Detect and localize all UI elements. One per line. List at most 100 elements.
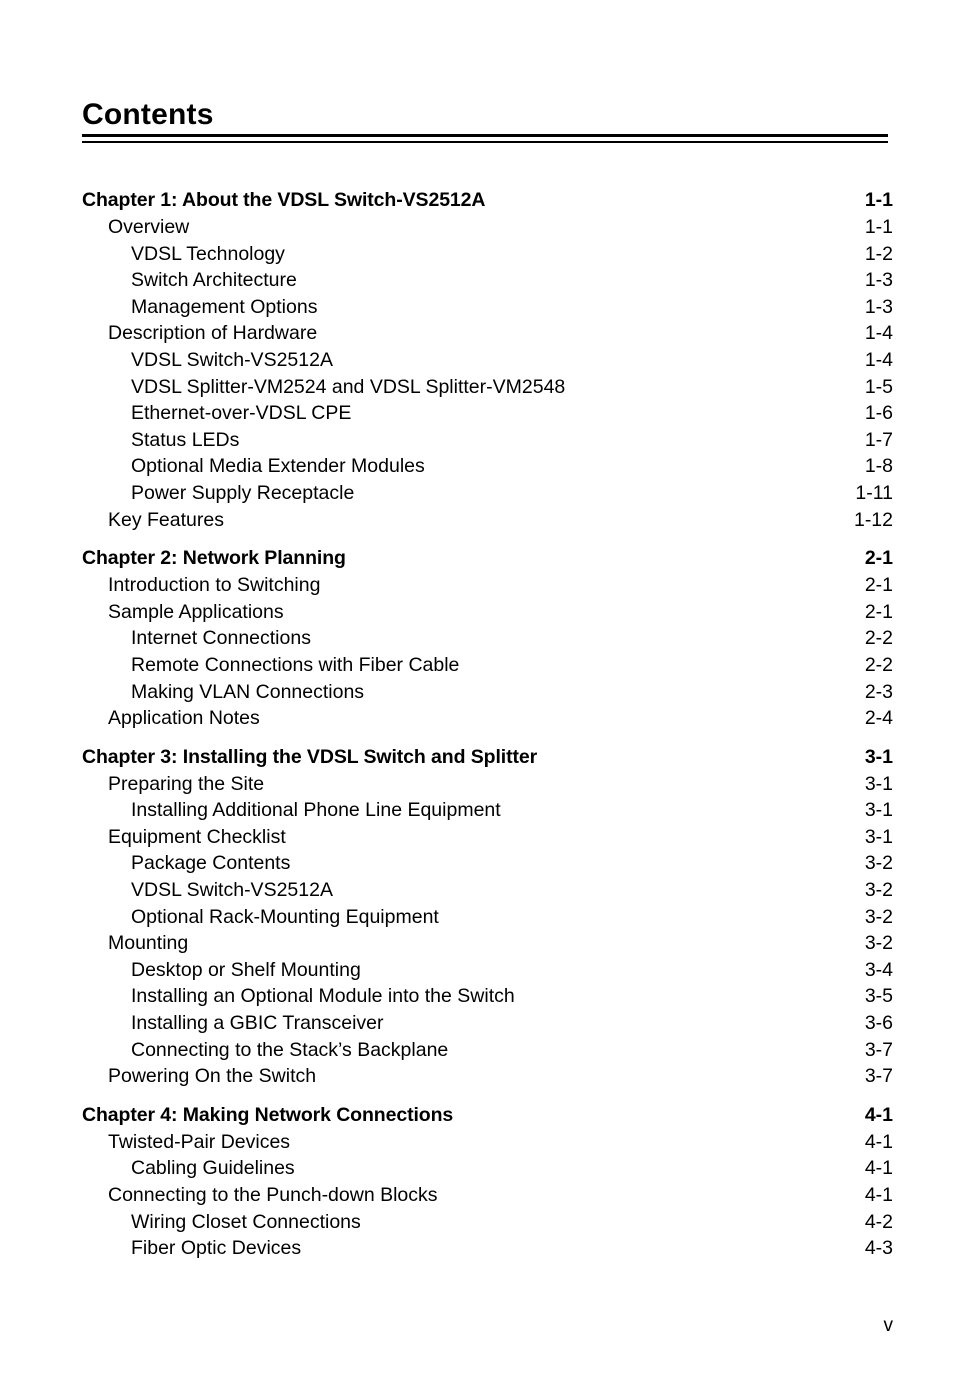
toc-entry-page-number: 3-2 xyxy=(864,932,893,955)
toc-entry-page-number: 1-5 xyxy=(864,375,893,398)
toc-entry-label: Installing a GBIC Transceiver xyxy=(131,1012,384,1035)
toc-entry-label: Chapter 3: Installing the VDSL Switch an… xyxy=(82,745,538,768)
toc-entry-page-number: 3-4 xyxy=(864,958,893,981)
toc-entry-label: Key Features xyxy=(108,508,224,531)
toc-entry[interactable]: Status LEDs 1-7 xyxy=(82,427,893,454)
toc-entry-label: VDSL Switch-VS2512A xyxy=(131,879,333,902)
toc-entry-page-number: 1-7 xyxy=(864,428,893,451)
toc-entry-page-number: 1-1 xyxy=(864,216,893,238)
toc-entry[interactable]: Installing Additional Phone Line Equipme… xyxy=(82,797,893,824)
toc-entry[interactable]: Sample Applications 2-1 xyxy=(82,599,893,626)
toc-entry-label: Ethernet-over-VDSL CPE xyxy=(131,402,352,425)
toc-entry-label: Description of Hardware xyxy=(108,322,318,345)
toc-entry-page-number: 3-2 xyxy=(864,879,893,902)
toc-entry[interactable]: VDSL Switch-VS2512A 3-2 xyxy=(82,877,893,904)
toc-entry-label: VDSL Technology xyxy=(131,242,285,265)
toc-entry-page-number: 2-2 xyxy=(864,653,893,676)
toc-entry[interactable]: VDSL Technology 1-2 xyxy=(82,241,893,268)
toc-entry-page-number: 1-12 xyxy=(853,508,893,531)
toc-entry[interactable]: Wiring Closet Connections 4-2 xyxy=(82,1209,893,1236)
toc-entry[interactable]: Management Options 1-3 xyxy=(82,294,893,321)
toc-entry[interactable]: Overview 1-1 xyxy=(82,214,893,241)
toc-entry-page-number: 4-1 xyxy=(864,1130,893,1153)
toc-entry-label: Remote Connections with Fiber Cable xyxy=(131,653,460,676)
toc-entry[interactable]: Cabling Guidelines 4-1 xyxy=(82,1155,893,1182)
toc-entry[interactable]: Connecting to the Punch-down Blocks 4-1 xyxy=(82,1182,893,1209)
toc-entry-label: VDSL Switch-VS2512A xyxy=(131,348,333,371)
toc-entry[interactable]: Application Notes 2-4 xyxy=(82,705,893,732)
toc-entry-page-number: 3-2 xyxy=(864,905,893,928)
toc-entry-label: Optional Media Extender Modules xyxy=(131,455,425,478)
toc-entry-page-number: 1-1 xyxy=(864,189,893,211)
toc-entry-label: Chapter 4: Making Network Connections xyxy=(82,1103,454,1126)
toc-entry[interactable]: VDSL Switch-VS2512A 1-4 xyxy=(82,347,893,374)
toc-entry-page-number: 3-1 xyxy=(864,745,893,768)
toc-entry-page-number: 4-1 xyxy=(864,1103,893,1126)
toc-entry-label: Equipment Checklist xyxy=(108,825,286,848)
toc-entry-label: Status LEDs xyxy=(131,428,240,451)
toc-entry-page-number: 3-7 xyxy=(864,1065,893,1088)
toc-entry-label: Cabling Guidelines xyxy=(131,1157,295,1180)
toc-entry[interactable]: Remote Connections with Fiber Cable 2-2 xyxy=(82,652,893,679)
toc-entry-page-number: 2-1 xyxy=(864,600,893,623)
toc-entry[interactable]: Twisted-Pair Devices 4-1 xyxy=(82,1129,893,1156)
toc-entry[interactable]: Description of Hardware 1-4 xyxy=(82,320,893,347)
toc-entry-label: Sample Applications xyxy=(108,600,284,623)
toc-entry-page-number: 3-1 xyxy=(864,772,893,795)
toc-entry-page-number: 2-2 xyxy=(864,627,893,650)
toc-entry-page-number: 4-1 xyxy=(864,1157,893,1180)
toc-entry-label: VDSL Splitter-VM2524 and VDSL Splitter-V… xyxy=(131,375,566,398)
toc-entry[interactable]: Power Supply Receptacle 1-11 xyxy=(82,480,893,507)
toc-chapter-entry[interactable]: Chapter 1: About the VDSL Switch-VS2512A… xyxy=(82,187,893,214)
toc-entry[interactable]: Installing an Optional Module into the S… xyxy=(82,983,893,1010)
toc-entry[interactable]: Mounting 3-2 xyxy=(82,930,893,957)
toc-entry[interactable]: Switch Architecture 1-3 xyxy=(82,267,893,294)
toc-entry[interactable]: Installing a GBIC Transceiver 3-6 xyxy=(82,1010,893,1037)
toc-entry[interactable]: Connecting to the Stack’s Backplane 3-7 xyxy=(82,1037,893,1064)
toc-entry-label: Internet Connections xyxy=(131,627,311,650)
toc-entry-page-number: 1-6 xyxy=(864,402,893,425)
toc-entry-page-number: 1-4 xyxy=(864,348,893,371)
toc-entry-page-number: 3-6 xyxy=(864,1012,893,1035)
toc-entry[interactable]: Optional Rack-Mounting Equipment 3-2 xyxy=(82,904,893,931)
toc-entry-label: Making VLAN Connections xyxy=(131,680,365,703)
heading-rule-lower xyxy=(82,141,888,143)
page-folio: v xyxy=(883,1315,894,1336)
toc-entry-page-number: 4-3 xyxy=(864,1237,893,1260)
toc-entry-page-number: 2-3 xyxy=(864,680,893,703)
toc-entry-label: Switch Architecture xyxy=(131,269,297,292)
toc-entry[interactable]: Fiber Optic Devices 4-3 xyxy=(82,1235,893,1262)
toc-entry-page-number: 3-7 xyxy=(864,1038,893,1061)
toc-entry-label: Powering On the Switch xyxy=(108,1065,317,1088)
heading-rule-group xyxy=(82,134,888,143)
toc-entry[interactable]: Package Contents 3-2 xyxy=(82,850,893,877)
toc-entry-page-number: 3-1 xyxy=(864,799,893,822)
toc-entry-label: Optional Rack-Mounting Equipment xyxy=(131,905,439,928)
toc-entry-page-number: 1-11 xyxy=(855,481,893,504)
toc-entry[interactable]: Making VLAN Connections 2-3 xyxy=(82,679,893,706)
toc-entry[interactable]: Internet Connections 2-2 xyxy=(82,625,893,652)
toc-entry-label: Preparing the Site xyxy=(108,772,265,795)
toc-entry[interactable]: VDSL Splitter-VM2524 and VDSL Splitter-V… xyxy=(82,374,893,401)
toc-chapter-entry[interactable]: Chapter 3: Installing the VDSL Switch an… xyxy=(82,744,893,771)
toc-entry-page-number: 4-2 xyxy=(864,1210,893,1233)
toc-entry-page-number: 1-8 xyxy=(864,455,893,478)
toc-entry-label: Connecting to the Punch-down Blocks xyxy=(108,1184,438,1206)
toc-entry[interactable]: Equipment Checklist 3-1 xyxy=(82,824,893,851)
toc-entry-page-number: 3-5 xyxy=(864,985,893,1008)
toc-entry[interactable]: Preparing the Site 3-1 xyxy=(82,771,893,798)
toc-entry-page-number: 1-2 xyxy=(864,242,893,265)
toc-chapter-entry[interactable]: Chapter 2: Network Planning 2-1 xyxy=(82,545,893,572)
toc-entry-label: Package Contents xyxy=(131,852,291,875)
toc-entry[interactable]: Key Features 1-12 xyxy=(82,507,893,534)
toc-entry-page-number: 2-1 xyxy=(864,547,893,570)
toc-entry[interactable]: Desktop or Shelf Mounting 3-4 xyxy=(82,957,893,984)
toc-entry[interactable]: Powering On the Switch 3-7 xyxy=(82,1063,893,1090)
toc-entry-page-number: 3-2 xyxy=(864,852,893,875)
toc-entry-page-number: 2-1 xyxy=(864,574,893,597)
toc-entry[interactable]: Ethernet-over-VDSL CPE 1-6 xyxy=(82,400,893,427)
toc-entry[interactable]: Introduction to Switching 2-1 xyxy=(82,572,893,599)
toc-chapter-entry[interactable]: Chapter 4: Making Network Connections 4-1 xyxy=(82,1102,893,1129)
table-of-contents: Chapter 1: About the VDSL Switch-VS2512A… xyxy=(82,187,893,1262)
toc-entry[interactable]: Optional Media Extender Modules 1-8 xyxy=(82,453,893,480)
